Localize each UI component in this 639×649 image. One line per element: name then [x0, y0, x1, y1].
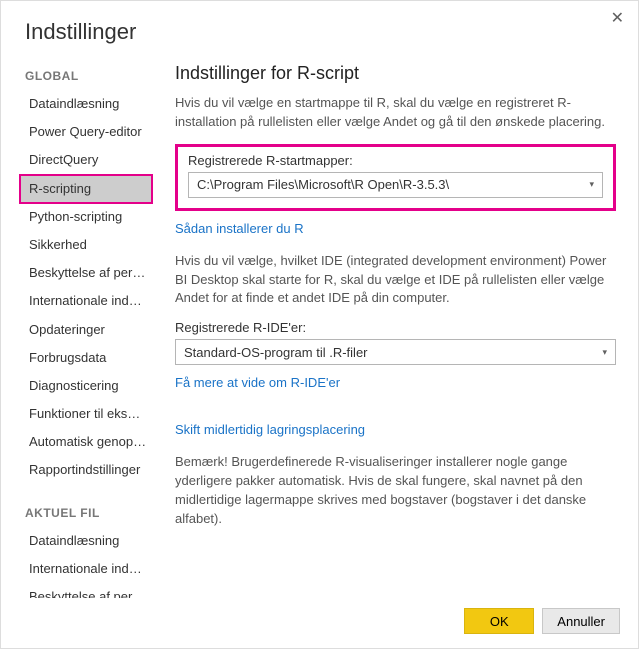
sidebar-item[interactable]: Automatisk genopre… — [25, 429, 153, 455]
content-heading: Indstillinger for R-script — [175, 63, 616, 84]
sidebar-item[interactable]: Opdateringer — [25, 317, 153, 343]
r-home-dropdown[interactable]: C:\Program Files\Microsoft\R Open\R-3.5.… — [188, 172, 603, 198]
sidebar-item[interactable]: Diagnosticering — [25, 373, 153, 399]
sidebar-item[interactable]: Dataindlæsning — [25, 91, 153, 117]
sidebar-item[interactable]: Forbrugsdata — [25, 345, 153, 371]
sidebar: GLOBAL DataindlæsningPower Query-editorD… — [1, 63, 159, 598]
sidebar-item[interactable]: Power Query-editor — [25, 119, 153, 145]
sidebar-item[interactable]: Rapportindstillinger — [25, 457, 153, 483]
chevron-down-icon: ▾ — [589, 179, 594, 190]
dialog-title: Indstillinger — [1, 13, 638, 63]
dialog-footer: OK Annuller — [1, 598, 638, 648]
close-button[interactable]: ✕ — [611, 11, 624, 27]
intro-text: Hvis du vil vælge en startmappe til R, s… — [175, 94, 616, 132]
learn-ide-link[interactable]: Få mere at vide om R-IDE'er — [175, 375, 340, 390]
change-temp-link[interactable]: Skift midlertidig lagringsplacering — [175, 422, 365, 437]
r-home-highlight: Registrerede R-startmapper: C:\Program F… — [175, 144, 616, 211]
r-home-value: C:\Program Files\Microsoft\R Open\R-3.5.… — [197, 177, 449, 192]
sidebar-item[interactable]: Funktioner til eksem… — [25, 401, 153, 427]
install-r-link[interactable]: Sådan installerer du R — [175, 221, 304, 236]
sidebar-item[interactable]: Dataindlæsning — [25, 528, 153, 554]
sidebar-item[interactable]: Python-scripting — [25, 204, 153, 230]
sidebar-item[interactable]: Sikkerhed — [25, 232, 153, 258]
sidebar-item[interactable]: Beskyttelse af person… — [25, 584, 153, 598]
chevron-down-icon: ▾ — [602, 347, 607, 358]
content-panel: Indstillinger for R-script Hvis du vil v… — [159, 63, 638, 598]
r-ide-label: Registrerede R-IDE'er: — [175, 320, 616, 335]
sidebar-item[interactable]: Internationale indstil… — [25, 556, 153, 582]
r-ide-value: Standard-OS-program til .R-filer — [184, 345, 368, 360]
sidebar-item[interactable]: Internationale indstil… — [25, 288, 153, 314]
sidebar-section-aktuel: AKTUEL FIL — [25, 506, 153, 520]
cancel-button[interactable]: Annuller — [542, 608, 620, 634]
sidebar-section-global: GLOBAL — [25, 69, 153, 83]
sidebar-item[interactable]: Beskyttelse af person… — [25, 260, 153, 286]
dialog-body: GLOBAL DataindlæsningPower Query-editorD… — [1, 63, 638, 598]
ide-intro-text: Hvis du vil vælge, hvilket IDE (integrat… — [175, 252, 616, 309]
settings-dialog: ✕ Indstillinger GLOBAL DataindlæsningPow… — [1, 1, 638, 648]
ok-button[interactable]: OK — [464, 608, 534, 634]
temp-note-text: Bemærk! Brugerdefinerede R-visualisering… — [175, 453, 616, 528]
sidebar-item[interactable]: DirectQuery — [25, 147, 153, 173]
r-ide-dropdown[interactable]: Standard-OS-program til .R-filer ▾ — [175, 339, 616, 365]
sidebar-item[interactable]: R-scripting — [21, 176, 151, 202]
r-home-label: Registrerede R-startmapper: — [188, 153, 603, 168]
